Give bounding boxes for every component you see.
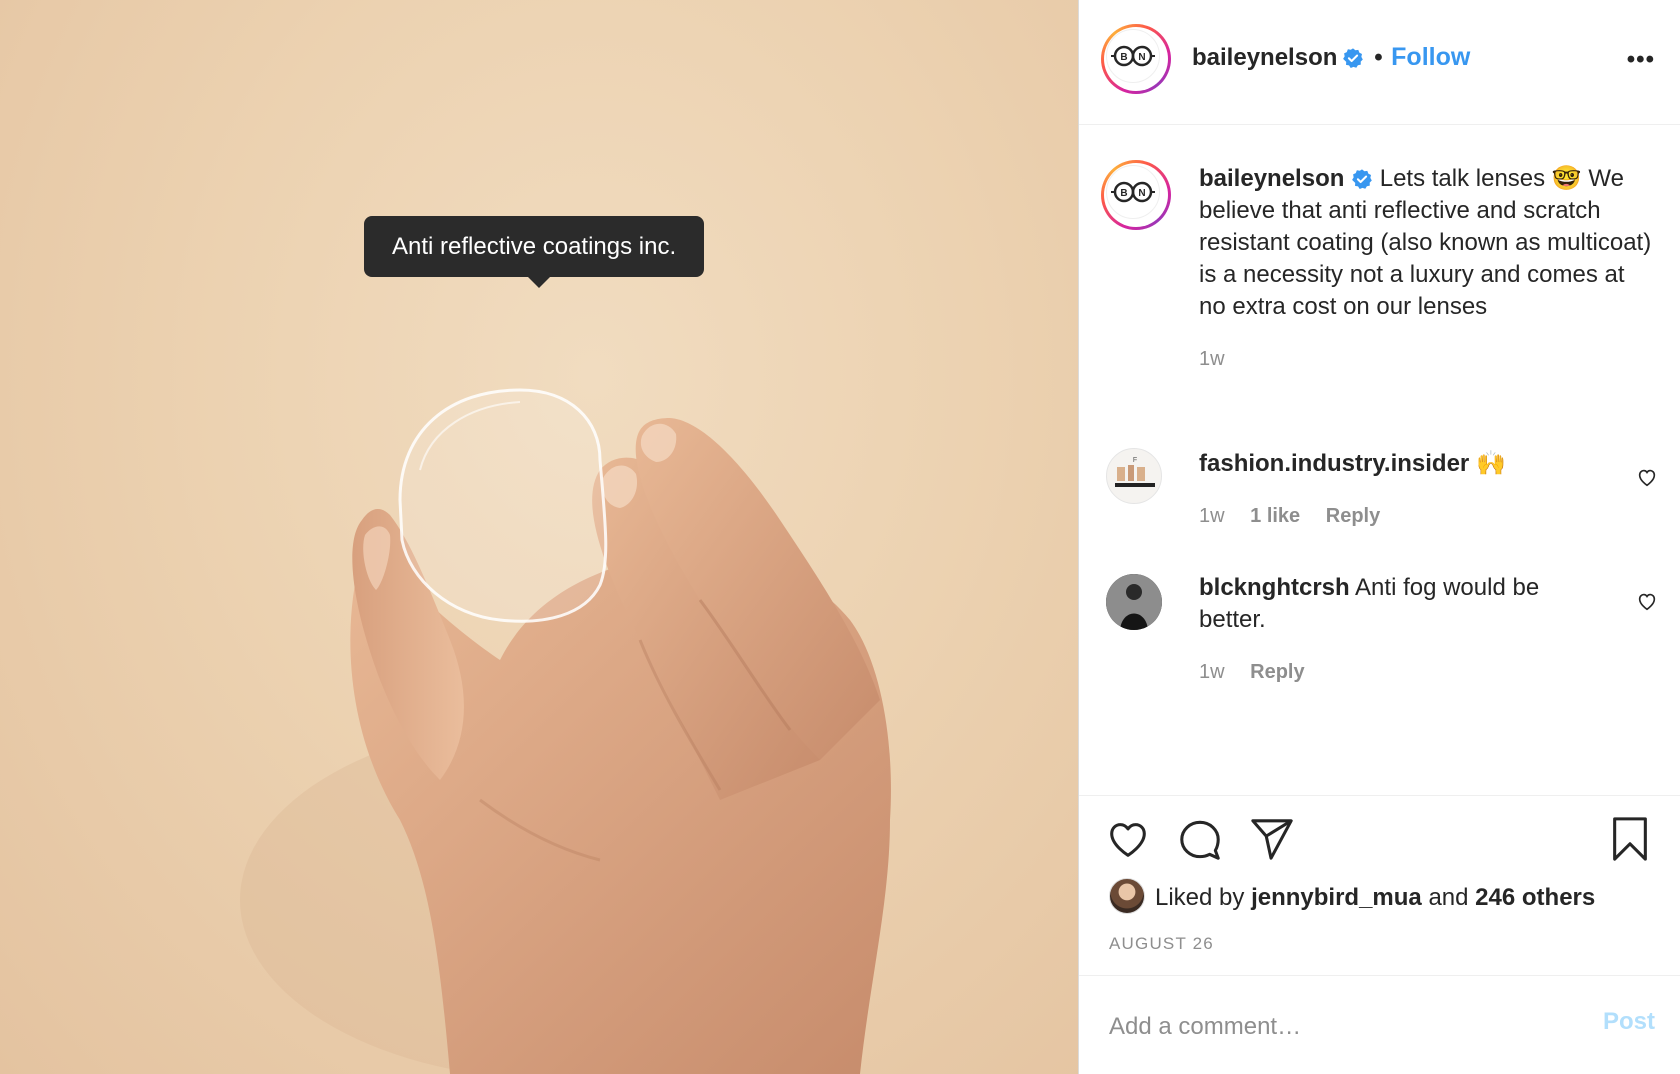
commenter-avatar[interactable] — [1106, 574, 1162, 630]
verified-badge-icon — [1352, 169, 1372, 189]
commenter-avatar[interactable]: F — [1106, 448, 1162, 504]
header-username[interactable]: baileynelson — [1192, 44, 1337, 71]
post-date[interactable]: AUGUST 26 — [1109, 934, 1214, 954]
like-comment-heart-icon[interactable] — [1636, 590, 1658, 612]
liked-and: and — [1428, 884, 1469, 911]
comment-timestamp[interactable]: 1w — [1199, 505, 1225, 527]
post-side-panel: B N baileynelson • Follow ••• B N bailey… — [1078, 0, 1680, 1074]
comment-bubble-icon[interactable] — [1177, 816, 1223, 862]
product-tag-bubble[interactable]: Anti reflective coatings inc. — [364, 216, 705, 277]
caption-meta: 1w — [1199, 343, 1654, 375]
caption-username[interactable]: baileynelson — [1199, 165, 1344, 192]
post-photo[interactable]: Anti reflective coatings inc. — [0, 0, 1078, 1074]
caption-text-start: Lets talk lenses — [1379, 165, 1546, 192]
caption-author-avatar[interactable]: B N — [1101, 160, 1171, 230]
add-comment-bar: Post — [1079, 975, 1680, 1074]
save-bookmark-icon[interactable] — [1607, 816, 1653, 862]
product-tag-pointer — [527, 276, 551, 288]
comment-body: 🙌 — [1475, 450, 1506, 477]
liked-by-summary: Liked by jennybird_mua and 246 others — [1109, 878, 1595, 916]
bn-logo-icon: B N — [1106, 165, 1160, 219]
comment-timestamp[interactable]: 1w — [1199, 661, 1225, 683]
svg-text:B: B — [1120, 188, 1127, 199]
comment-reply-button[interactable]: Reply — [1250, 661, 1304, 683]
svg-text:B: B — [1120, 52, 1127, 63]
post-header: B N baileynelson • Follow ••• — [1079, 0, 1680, 125]
comment-item: fashion.industry.insider 🙌 1w 1 like Rep… — [1199, 448, 1599, 532]
follow-button[interactable]: Follow — [1391, 43, 1470, 71]
svg-text:F: F — [1133, 457, 1137, 464]
post-comment-button[interactable]: Post — [1603, 1008, 1655, 1036]
more-options-icon[interactable]: ••• — [1627, 48, 1655, 72]
caption-timestamp[interactable]: 1w — [1199, 348, 1225, 370]
bn-logo-icon: B N — [1106, 29, 1160, 83]
like-comment-heart-icon[interactable] — [1636, 466, 1658, 488]
svg-text:N: N — [1138, 52, 1145, 63]
liked-prefix: Liked by — [1155, 884, 1245, 911]
comment-item: blcknghtcrsh Anti fog would be better. 1… — [1199, 572, 1599, 688]
comment-input[interactable] — [1107, 1006, 1551, 1048]
comment-username[interactable]: fashion.industry.insider — [1199, 450, 1469, 477]
comment-reply-button[interactable]: Reply — [1326, 505, 1380, 527]
comment-meta: 1w Reply — [1199, 656, 1599, 688]
person-photo-icon — [1106, 574, 1162, 630]
comment-meta: 1w 1 like Reply — [1199, 500, 1599, 532]
post-actions: Liked by jennybird_mua and 246 others AU… — [1079, 795, 1680, 975]
liker-avatar[interactable] — [1109, 878, 1145, 914]
nerd-face-emoji: 🤓 — [1551, 165, 1582, 192]
svg-text:N: N — [1138, 188, 1145, 199]
product-tag-text: Anti reflective coatings inc. — [392, 233, 677, 260]
header-separator: • — [1374, 44, 1383, 71]
share-paper-plane-icon[interactable] — [1249, 816, 1295, 862]
verified-badge-icon — [1342, 48, 1363, 68]
like-heart-icon[interactable] — [1105, 816, 1151, 862]
comment-username[interactable]: blcknghtcrsh — [1199, 574, 1350, 601]
author-avatar[interactable]: B N — [1101, 24, 1171, 94]
hand-holding-lens-illustration — [240, 388, 891, 1074]
fashion-insider-logo-icon: F — [1115, 457, 1155, 487]
header-identity: baileynelson • Follow — [1192, 40, 1470, 78]
liked-user-link[interactable]: jennybird_mua — [1251, 884, 1422, 911]
liked-others-link[interactable]: 246 others — [1475, 884, 1595, 911]
post-caption: baileynelson Lets talk lenses 🤓 We belie… — [1199, 163, 1654, 375]
comment-likes-count[interactable]: 1 like — [1250, 505, 1300, 527]
instagram-post-view: Anti reflective coatings inc. B N bailey… — [0, 0, 1680, 1074]
